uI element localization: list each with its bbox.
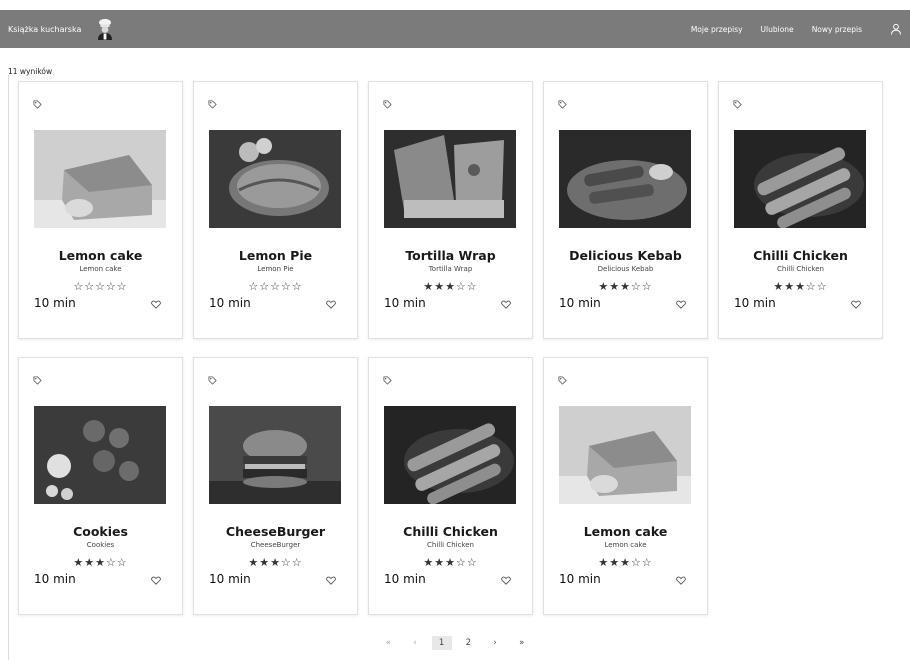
prep-time: 10 min <box>209 572 251 586</box>
last-page-button[interactable]: » <box>512 636 532 650</box>
recipe-image[interactable] <box>559 130 691 228</box>
recipe-image[interactable] <box>384 130 516 228</box>
rating-stars[interactable]: ★★★☆☆ <box>369 280 532 293</box>
recipe-grid: Lemon cake Lemon cake ☆☆☆☆☆ 10 min Lemon Pie… <box>18 81 883 615</box>
recipe-title[interactable]: Chilli Chicken <box>369 524 532 539</box>
app-title[interactable]: Książka kucharska <box>8 25 81 34</box>
divider <box>8 75 9 660</box>
tag-icon[interactable] <box>208 100 217 109</box>
recipe-subtitle: Delicious Kebab <box>597 265 654 273</box>
recipe-title[interactable]: Delicious Kebab <box>544 248 707 263</box>
recipe-card[interactable]: Chilli Chicken Chilli Chicken ★★★☆☆ 10 min <box>368 357 533 615</box>
nav-favorites[interactable]: Ulubione <box>761 25 794 34</box>
recipe-subtitle: Cookies <box>86 541 115 549</box>
tag-icon[interactable] <box>558 376 567 385</box>
nav-my-recipes[interactable]: Moje przepisy <box>691 25 743 34</box>
recipe-subtitle: CheeseBurger <box>250 541 301 549</box>
recipe-subtitle: Lemon cake <box>604 541 647 549</box>
heart-icon[interactable] <box>326 576 336 585</box>
page-button-1[interactable]: 1 <box>431 636 452 650</box>
recipe-title[interactable]: Lemon cake <box>19 248 182 263</box>
prep-time: 10 min <box>734 296 776 310</box>
nav-new-recipe[interactable]: Nowy przepis <box>812 25 862 34</box>
prep-time: 10 min <box>34 572 76 586</box>
rating-stars[interactable]: ★★★☆☆ <box>544 280 707 293</box>
recipe-image[interactable] <box>34 130 166 228</box>
tag-icon[interactable] <box>33 100 42 109</box>
recipe-card[interactable]: Tortilla Wrap Tortilla Wrap ★★★☆☆ 10 min <box>368 81 533 339</box>
page-button-2[interactable]: 2 <box>458 636 478 650</box>
recipe-card[interactable]: Delicious Kebab Delicious Kebab ★★★☆☆ 10 mi… <box>543 81 708 339</box>
prep-time: 10 min <box>384 572 426 586</box>
recipe-image[interactable] <box>559 406 691 504</box>
recipe-title[interactable]: CheeseBurger <box>194 524 357 539</box>
tag-icon[interactable] <box>33 376 42 385</box>
prep-time: 10 min <box>559 572 601 586</box>
results-count: 11 wyników <box>8 67 53 76</box>
recipe-card[interactable]: Cookies Cookies ★★★☆☆ 10 min <box>18 357 183 615</box>
rating-stars[interactable]: ★★★☆☆ <box>369 556 532 569</box>
tag-icon[interactable] <box>558 100 567 109</box>
prep-time: 10 min <box>34 296 76 310</box>
recipe-subtitle: Chilli Chicken <box>777 265 824 273</box>
recipe-card[interactable]: Chilli Chicken Chilli Chicken ★★★☆☆ 10 min <box>718 81 883 339</box>
recipe-image[interactable] <box>734 130 866 228</box>
rating-stars[interactable]: ★★★☆☆ <box>544 556 707 569</box>
prep-time: 10 min <box>209 296 251 310</box>
pagination: « ‹ 1 2 › » <box>0 636 910 650</box>
next-page-button[interactable]: › <box>485 636 505 650</box>
heart-icon[interactable] <box>851 300 861 309</box>
recipe-card[interactable]: CheeseBurger CheeseBurger ★★★☆☆ 10 min <box>193 357 358 615</box>
prep-time: 10 min <box>384 296 426 310</box>
heart-icon[interactable] <box>676 300 686 309</box>
recipe-image[interactable] <box>384 406 516 504</box>
tag-icon[interactable] <box>383 100 392 109</box>
recipe-title[interactable]: Lemon Pie <box>194 248 357 263</box>
recipe-subtitle: Lemon Pie <box>257 265 294 273</box>
prev-page-button[interactable]: ‹ <box>405 636 425 650</box>
prep-time: 10 min <box>559 296 601 310</box>
rating-stars[interactable]: ☆☆☆☆☆ <box>19 280 182 293</box>
recipe-image[interactable] <box>209 130 341 228</box>
recipe-title[interactable]: Chilli Chicken <box>719 248 882 263</box>
top-navbar: Książka kucharska Moje przepisy Ulubione… <box>0 10 910 48</box>
rating-stars[interactable]: ★★★☆☆ <box>719 280 882 293</box>
tag-icon[interactable] <box>383 376 392 385</box>
recipe-image[interactable] <box>209 406 341 504</box>
tag-icon[interactable] <box>208 376 217 385</box>
recipe-title[interactable]: Tortilla Wrap <box>369 248 532 263</box>
brand[interactable]: Książka kucharska <box>8 18 115 40</box>
rating-stars[interactable]: ★★★☆☆ <box>194 556 357 569</box>
recipe-card[interactable]: Lemon cake Lemon cake ★★★☆☆ 10 min <box>543 357 708 615</box>
chef-icon <box>98 18 113 40</box>
first-page-button[interactable]: « <box>378 636 398 650</box>
user-icon[interactable] <box>890 23 902 35</box>
rating-stars[interactable]: ☆☆☆☆☆ <box>194 280 357 293</box>
heart-icon[interactable] <box>676 576 686 585</box>
heart-icon[interactable] <box>501 576 511 585</box>
recipe-title[interactable]: Lemon cake <box>544 524 707 539</box>
recipe-card[interactable]: Lemon Pie Lemon Pie ☆☆☆☆☆ 10 min <box>193 81 358 339</box>
recipe-subtitle: Tortilla Wrap <box>428 265 473 273</box>
recipe-image[interactable] <box>34 406 166 504</box>
recipe-card[interactable]: Lemon cake Lemon cake ☆☆☆☆☆ 10 min <box>18 81 183 339</box>
main-nav: Moje przepisy Ulubione Nowy przepis <box>691 23 904 35</box>
heart-icon[interactable] <box>151 300 161 309</box>
rating-stars[interactable]: ★★★☆☆ <box>19 556 182 569</box>
heart-icon[interactable] <box>501 300 511 309</box>
recipe-subtitle: Chilli Chicken <box>427 541 474 549</box>
tag-icon[interactable] <box>733 100 742 109</box>
heart-icon[interactable] <box>326 300 336 309</box>
recipe-subtitle: Lemon cake <box>79 265 122 273</box>
recipe-title[interactable]: Cookies <box>19 524 182 539</box>
heart-icon[interactable] <box>151 576 161 585</box>
